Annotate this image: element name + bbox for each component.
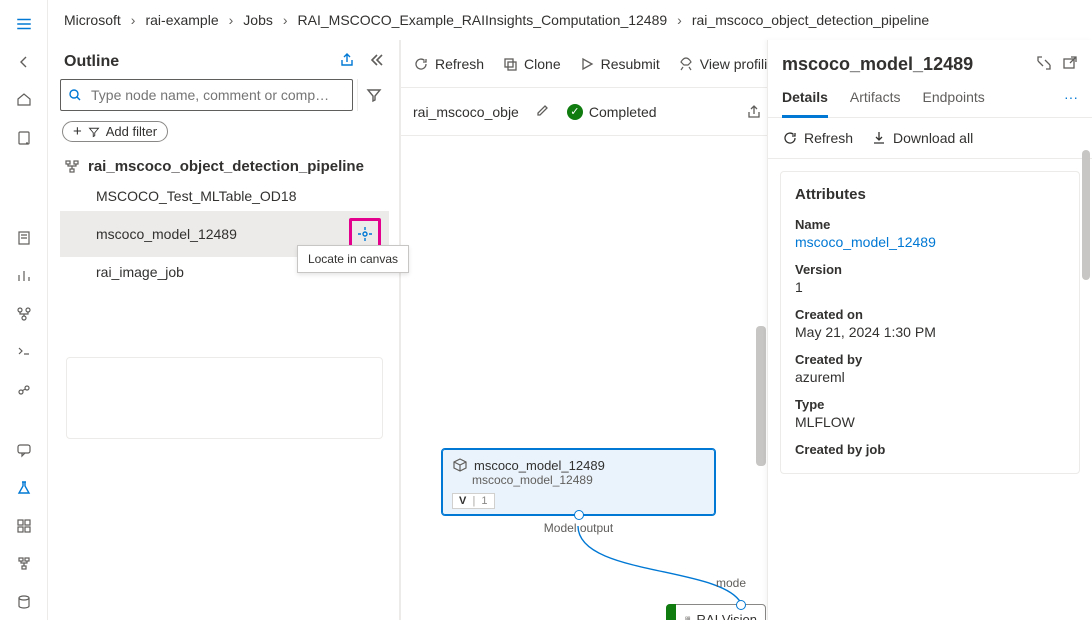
breadcrumb-item[interactable]: rai-example <box>145 12 218 28</box>
tree-item-label: MSCOCO_Test_MLTable_OD18 <box>96 188 296 204</box>
node-title-label: RAI Vision <box>697 612 757 620</box>
tab-endpoints[interactable]: Endpoints <box>923 89 985 117</box>
edit-icon[interactable] <box>535 102 551 121</box>
download-icon <box>871 130 887 146</box>
status-badge: ✓Completed <box>567 104 657 120</box>
doc-icon[interactable] <box>4 220 44 256</box>
pipeline-icon[interactable] <box>4 296 44 332</box>
node-title-label: mscoco_model_12489 <box>474 458 605 473</box>
tree-root[interactable]: rai_mscoco_object_detection_pipeline <box>60 152 389 181</box>
share-icon <box>746 104 762 120</box>
hamburger-icon[interactable] <box>4 6 44 42</box>
popout-icon[interactable] <box>1062 55 1078 74</box>
clone-button[interactable]: Clone <box>502 56 561 72</box>
attr-label: Version <box>795 262 1065 277</box>
attr-label: Name <box>795 217 1065 232</box>
breadcrumb-item[interactable]: RAI_MSCOCO_Example_RAIInsights_Computati… <box>298 12 668 28</box>
flask-icon[interactable] <box>4 470 44 506</box>
attributes-title: Attributes <box>795 186 1065 203</box>
data-icon[interactable] <box>4 584 44 620</box>
breadcrumb-item[interactable]: Jobs <box>243 12 273 28</box>
output-port[interactable] <box>574 510 584 520</box>
book-icon[interactable] <box>4 120 44 156</box>
attr-value: May 21, 2024 1:30 PM <box>795 324 1065 340</box>
attr-value: MLFLOW <box>795 414 1065 430</box>
locate-tooltip: Locate in canvas <box>297 245 409 273</box>
edge-label: mode <box>716 576 746 590</box>
refresh-icon <box>413 56 429 72</box>
breadcrumb-item[interactable]: Microsoft <box>64 12 121 28</box>
play-icon <box>579 56 595 72</box>
status-indicator <box>666 604 676 620</box>
outline-title: Outline <box>64 53 119 71</box>
attributes-card: Attributes Name mscoco_model_12489 Versi… <box>780 171 1080 474</box>
attr-label: Created on <box>795 307 1065 322</box>
terminal-icon[interactable] <box>4 334 44 370</box>
outline-panel: Outline + Add filter <box>48 40 400 620</box>
grid-icon[interactable] <box>4 508 44 544</box>
version-number: 1 <box>481 495 487 507</box>
attr-label: Created by <box>795 352 1065 367</box>
port-label: Model output <box>544 521 613 535</box>
filter-icon[interactable] <box>357 79 389 111</box>
clone-icon <box>502 56 518 72</box>
expand-icon[interactable] <box>1036 55 1052 74</box>
chat-icon[interactable] <box>4 432 44 468</box>
add-filter-button[interactable]: + Add filter <box>62 121 168 142</box>
outline-blank-area <box>66 357 383 439</box>
job-name-display: rai_mscoco_obje <box>413 104 519 120</box>
refresh-button[interactable]: Refresh <box>413 56 484 72</box>
tree-item[interactable]: mscoco_model_12489 Locate in canvas <box>60 211 389 257</box>
rocket-icon <box>678 56 694 72</box>
cube-icon <box>452 457 468 473</box>
scrollbar[interactable] <box>1082 150 1090 280</box>
search-icon <box>67 87 83 103</box>
designer-area: Refresh Clone Resubmit View profiling De… <box>400 40 1092 620</box>
details-title: mscoco_model_12489 <box>782 54 973 75</box>
breadcrumb: Microsoft› rai-example› Jobs› RAI_MSCOCO… <box>48 0 1092 40</box>
model-icon[interactable] <box>4 372 44 408</box>
search-input[interactable] <box>60 79 353 111</box>
filter-icon <box>88 126 100 138</box>
download-all-button[interactable]: Download all <box>871 130 973 146</box>
details-actions: Refresh Download all <box>768 118 1092 159</box>
tree-item-label: mscoco_model_12489 <box>96 226 237 242</box>
attr-value: azureml <box>795 369 1065 385</box>
flow-icon[interactable] <box>4 546 44 582</box>
node-subtitle: mscoco_model_12489 <box>452 473 705 487</box>
attr-label: Type <box>795 397 1065 412</box>
tree-root-label: rai_mscoco_object_detection_pipeline <box>88 158 364 175</box>
back-icon[interactable] <box>4 44 44 80</box>
nav-rail <box>0 0 48 620</box>
details-tabs: Details Artifacts Endpoints ··· <box>768 75 1092 118</box>
attr-label: Created by job <box>795 442 1065 457</box>
automl-icon[interactable] <box>4 258 44 294</box>
add-filter-label: Add filter <box>106 124 157 139</box>
attr-value-link[interactable]: mscoco_model_12489 <box>795 234 1065 250</box>
attr-value: 1 <box>795 279 1065 295</box>
tree-item-label: rai_image_job <box>96 264 184 280</box>
tab-details[interactable]: Details <box>782 89 828 118</box>
tree-item[interactable]: MSCOCO_Test_MLTable_OD18 <box>60 181 389 211</box>
search-field[interactable] <box>91 87 346 103</box>
refresh-button[interactable]: Refresh <box>782 130 853 146</box>
resubmit-button[interactable]: Resubmit <box>579 56 660 72</box>
version-label: V <box>459 495 466 507</box>
grid-icon <box>685 611 691 620</box>
pipeline-icon <box>64 159 80 175</box>
tab-artifacts[interactable]: Artifacts <box>850 89 901 117</box>
share-icon[interactable] <box>339 52 355 71</box>
pipeline-node[interactable]: RAI Vision rai_image_j V|0.0.16 <box>666 604 766 620</box>
home-icon[interactable] <box>4 82 44 118</box>
breadcrumb-item[interactable]: rai_mscoco_object_detection_pipeline <box>692 12 929 28</box>
input-port[interactable] <box>736 600 746 610</box>
collapse-icon[interactable] <box>369 52 385 71</box>
scrollbar[interactable] <box>756 326 766 466</box>
details-panel: mscoco_model_12489 Details Artifacts End… <box>767 40 1092 620</box>
pipeline-node[interactable]: mscoco_model_12489 mscoco_model_12489 V|… <box>441 448 716 516</box>
more-icon[interactable]: ··· <box>1064 89 1078 117</box>
refresh-icon <box>782 130 798 146</box>
